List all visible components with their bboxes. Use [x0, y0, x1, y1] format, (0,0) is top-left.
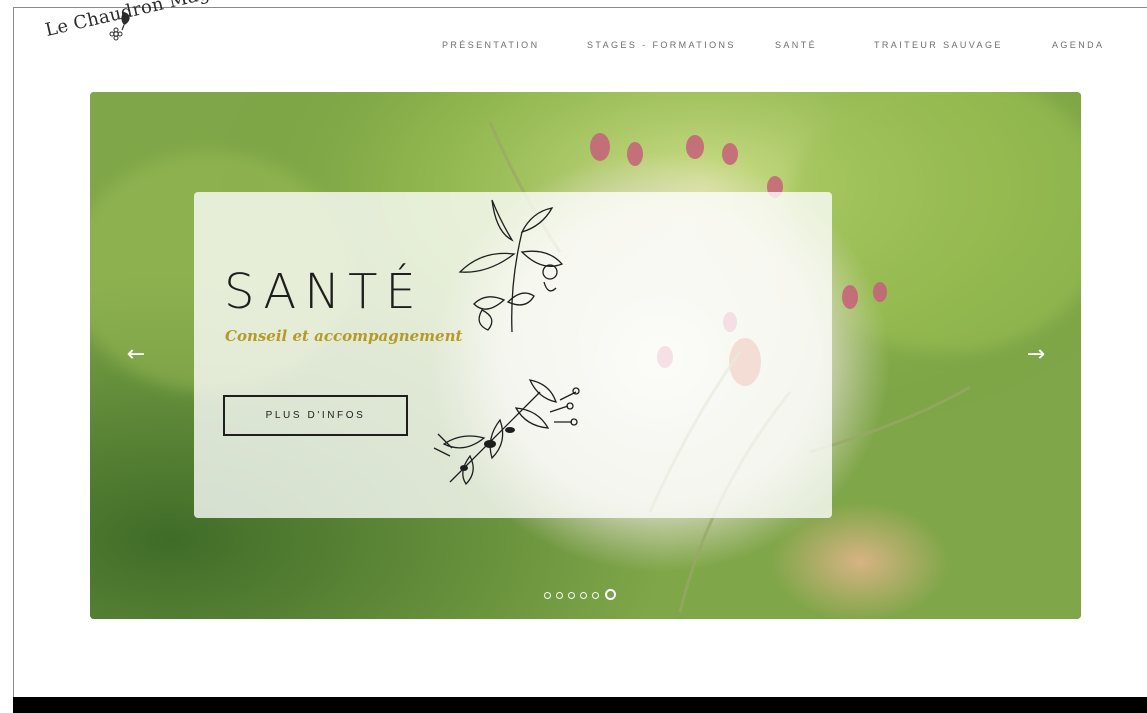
botanical-illustration-top — [458, 199, 564, 333]
slide-caption-panel: SANTÉ Conseil et accompagnement PLUS D'I… — [194, 192, 832, 518]
slider-dot-4[interactable] — [580, 592, 587, 599]
nav-item-agenda[interactable]: AGENDA — [1052, 40, 1104, 50]
main-nav: PRÉSENTATION STAGES - FORMATIONS SANTÉ T… — [442, 40, 1102, 54]
logo-text: Le Chaudron Magique... — [43, 0, 269, 41]
site-header: Le Chaudron Magique... PRÉSENTATION STAG… — [0, 0, 1147, 90]
more-info-button[interactable]: PLUS D'INFOS — [223, 395, 408, 436]
slider-dot-3[interactable] — [568, 592, 575, 599]
site-logo[interactable]: Le Chaudron Magique... — [43, 0, 268, 72]
nav-item-stages-formations[interactable]: STAGES - FORMATIONS — [587, 40, 736, 50]
arrow-left-icon[interactable]: ← — [123, 342, 149, 368]
arrow-right-icon[interactable]: → — [1023, 342, 1049, 368]
slider-dot-5[interactable] — [592, 592, 599, 599]
slide-subtitle: Conseil et accompagnement — [225, 327, 463, 345]
botanical-illustration-bottom — [433, 379, 580, 486]
slider-dot-6-active[interactable] — [605, 589, 616, 600]
nav-item-sante[interactable]: SANTÉ — [775, 40, 817, 50]
slider-dot-2[interactable] — [556, 592, 563, 599]
nav-item-traiteur-sauvage[interactable]: TRAITEUR SAUVAGE — [874, 40, 1003, 50]
footer-bar — [13, 697, 1147, 713]
slider-dot-1[interactable] — [544, 592, 551, 599]
nav-item-presentation[interactable]: PRÉSENTATION — [442, 40, 539, 50]
slide-title: SANTÉ — [224, 264, 424, 320]
hero-slider: SANTÉ Conseil et accompagnement PLUS D'I… — [90, 92, 1081, 619]
